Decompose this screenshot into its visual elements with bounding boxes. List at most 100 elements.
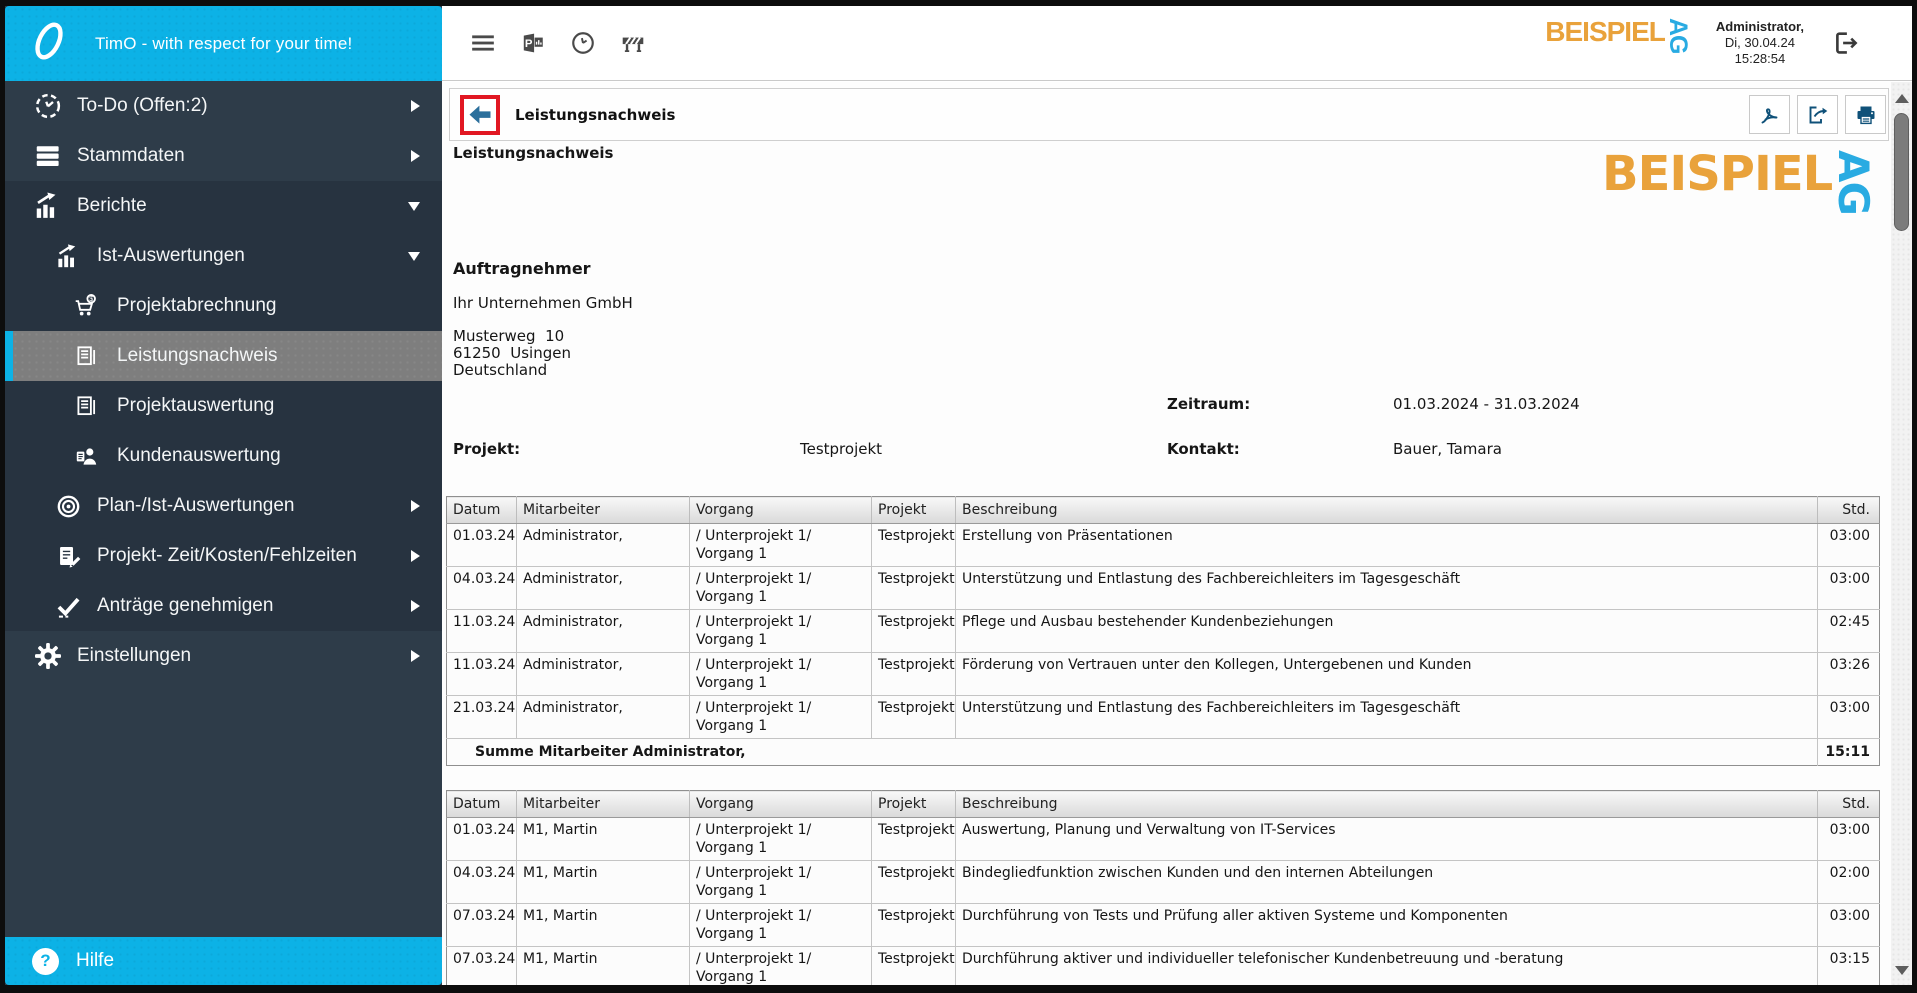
sidebar-item-leistungsnachweis[interactable]: Leistungsnachweis bbox=[5, 331, 442, 381]
sidebar-item-label: To-Do (Offen:2) bbox=[77, 95, 208, 117]
summary-row: Summe Mitarbeiter Administrator, 15:11 bbox=[447, 739, 1880, 766]
table-cell: 03:00 bbox=[1818, 904, 1880, 947]
sidebar-item-plan-ist-auswertungen[interactable]: Plan-/Ist-Auswertungen bbox=[5, 481, 442, 531]
table-cell: / Unterprojekt 1/ Vorgang 1 bbox=[690, 610, 872, 653]
table-cell: 21.03.24 bbox=[447, 696, 517, 739]
col-header-mitarbeiter: Mitarbeiter bbox=[517, 791, 690, 818]
table-row: 04.03.24M1, Martin/ Unterprojekt 1/ Vorg… bbox=[447, 861, 1880, 904]
table-cell: Pflege und Ausbau bestehender Kundenbezi… bbox=[956, 610, 1818, 653]
projekt-label: Projekt: bbox=[453, 440, 520, 458]
table-cell: 11.03.24 bbox=[447, 610, 517, 653]
menu-icon[interactable] bbox=[470, 30, 496, 56]
table-cell: Testprojekt bbox=[872, 610, 956, 653]
table-cell: Testprojekt bbox=[872, 947, 956, 986]
table-cell: M1, Martin bbox=[517, 818, 690, 861]
pdf-export-button[interactable] bbox=[1749, 95, 1790, 134]
target-icon bbox=[55, 493, 82, 520]
col-header-datum: Datum bbox=[447, 497, 517, 524]
kontakt-label: Kontakt: bbox=[1167, 440, 1240, 458]
barrier-icon[interactable] bbox=[620, 30, 646, 56]
table-row: 01.03.24M1, Martin/ Unterprojekt 1/ Vorg… bbox=[447, 818, 1880, 861]
logout-icon[interactable] bbox=[1830, 28, 1860, 58]
brand-tagline: TimO - with respect for your time! bbox=[95, 34, 352, 54]
summary-value: 15:11 bbox=[1818, 739, 1880, 766]
help-button[interactable]: ? Hilfe bbox=[5, 937, 442, 985]
kontakt-value: Bauer, Tamara bbox=[1393, 440, 1502, 458]
table-cell: / Unterprojekt 1/ Vorgang 1 bbox=[690, 861, 872, 904]
sidebar-item-label: Anträge genehmigen bbox=[97, 595, 273, 617]
gear-icon bbox=[33, 641, 63, 671]
company-logo-suffix: AG bbox=[1665, 18, 1690, 68]
back-button[interactable] bbox=[466, 101, 494, 129]
brand-header: TimO - with respect for your time! bbox=[5, 6, 442, 81]
table-row: 04.03.24Administrator,/ Unterprojekt 1/ … bbox=[447, 567, 1880, 610]
scroll-up-arrow-icon[interactable] bbox=[1895, 94, 1909, 103]
report-title: Leistungsnachweis bbox=[453, 144, 613, 162]
report-company-logo: BEISPIEL AG bbox=[1602, 150, 1874, 250]
scrollbar-thumb[interactable] bbox=[1894, 113, 1909, 231]
sidebar-item-ist-auswertungen[interactable]: Ist-Auswertungen bbox=[5, 231, 442, 281]
table-cell: Testprojekt bbox=[872, 818, 956, 861]
table-cell: Unterstützung und Entlastung des Fachber… bbox=[956, 567, 1818, 610]
contractor-company: Ihr Unternehmen GmbH bbox=[453, 294, 633, 312]
table-cell: 01.03.24 bbox=[447, 818, 517, 861]
table-cell: 04.03.24 bbox=[447, 861, 517, 904]
report-toolbar: Leistungsnachweis bbox=[449, 88, 1889, 141]
col-header-projekt: Projekt bbox=[872, 497, 956, 524]
export-button[interactable] bbox=[1797, 95, 1838, 134]
table-cell: 03:00 bbox=[1818, 696, 1880, 739]
col-header-std: Std. bbox=[1818, 497, 1880, 524]
sidebar-item-projektabrechnung[interactable]: $ Projektabrechnung bbox=[5, 281, 442, 331]
sidebar-item-label: Ist-Auswertungen bbox=[97, 245, 245, 267]
table-cell: 04.03.24 bbox=[447, 567, 517, 610]
table-cell: Erstellung von Präsentationen bbox=[956, 524, 1818, 567]
sidebar-item-stammdaten[interactable]: Stammdaten bbox=[5, 131, 442, 181]
sidebar-item-antraege-genehmigen[interactable]: Anträge genehmigen bbox=[5, 581, 442, 631]
table-cell: 07.03.24 bbox=[447, 904, 517, 947]
scroll-down-arrow-icon[interactable] bbox=[1895, 966, 1909, 975]
sidebar-item-label: Berichte bbox=[77, 195, 147, 217]
table-cell: Testprojekt bbox=[872, 904, 956, 947]
document-icon bbox=[73, 393, 99, 419]
sidebar-item-einstellungen[interactable]: Einstellungen bbox=[5, 631, 442, 681]
table-cell: Testprojekt bbox=[872, 696, 956, 739]
chevron-right-icon bbox=[411, 650, 420, 662]
chevron-down-icon bbox=[408, 202, 420, 211]
sidebar-item-projektauswertung[interactable]: Projektauswertung bbox=[5, 381, 442, 431]
table-cell: / Unterprojekt 1/ Vorgang 1 bbox=[690, 904, 872, 947]
chart-icon bbox=[55, 243, 82, 270]
table-cell: / Unterprojekt 1/ Vorgang 1 bbox=[690, 653, 872, 696]
question-mark-icon: ? bbox=[32, 948, 59, 975]
sidebar-item-berichte[interactable]: Berichte bbox=[5, 181, 442, 231]
chevron-right-icon bbox=[411, 150, 420, 162]
print-button[interactable] bbox=[1845, 95, 1886, 134]
sidebar-item-kundenauswertung[interactable]: Kundenauswertung bbox=[5, 431, 442, 481]
vertical-scrollbar bbox=[1891, 82, 1912, 985]
user-name: Administrator, bbox=[1716, 19, 1804, 35]
table-row: 21.03.24Administrator,/ Unterprojekt 1/ … bbox=[447, 696, 1880, 739]
table-cell: Administrator, bbox=[517, 610, 690, 653]
chevron-right-icon bbox=[411, 500, 420, 512]
report-table-administrator: Datum Mitarbeiter Vorgang Projekt Beschr… bbox=[446, 496, 1880, 766]
table-cell: 01.03.24 bbox=[447, 524, 517, 567]
menu-section-berichte: Berichte Ist-Auswertungen $ Projektabrec… bbox=[5, 181, 442, 631]
clock-icon[interactable] bbox=[570, 30, 596, 56]
sidebar-item-projekt-zeit-kosten[interactable]: Projekt- Zeit/Kosten/Fehlzeiten bbox=[5, 531, 442, 581]
menu-section-settings: Einstellungen bbox=[5, 631, 442, 681]
table-cell: Bindegliedfunktion zwischen Kunden und d… bbox=[956, 861, 1818, 904]
chart-icon bbox=[33, 191, 63, 221]
topbar-icons: P bbox=[442, 30, 646, 56]
company-logo: BEISPIEL AG bbox=[1545, 18, 1690, 68]
table-row: 11.03.24Administrator,/ Unterprojekt 1/ … bbox=[447, 610, 1880, 653]
table-cell: Testprojekt bbox=[872, 567, 956, 610]
table-cell: 03:15 bbox=[1818, 947, 1880, 986]
col-header-vorgang: Vorgang bbox=[690, 497, 872, 524]
projects-icon[interactable]: P bbox=[520, 30, 546, 56]
table-cell: Administrator, bbox=[517, 696, 690, 739]
document-pencil-icon bbox=[55, 543, 82, 570]
table-cell: Durchführung von Tests und Prüfung aller… bbox=[956, 904, 1818, 947]
sidebar-item-todo[interactable]: To-Do (Offen:2) bbox=[5, 81, 442, 131]
sidebar-item-label: Plan-/Ist-Auswertungen bbox=[97, 495, 295, 517]
table-cell: / Unterprojekt 1/ Vorgang 1 bbox=[690, 818, 872, 861]
svg-text:P: P bbox=[525, 38, 533, 50]
